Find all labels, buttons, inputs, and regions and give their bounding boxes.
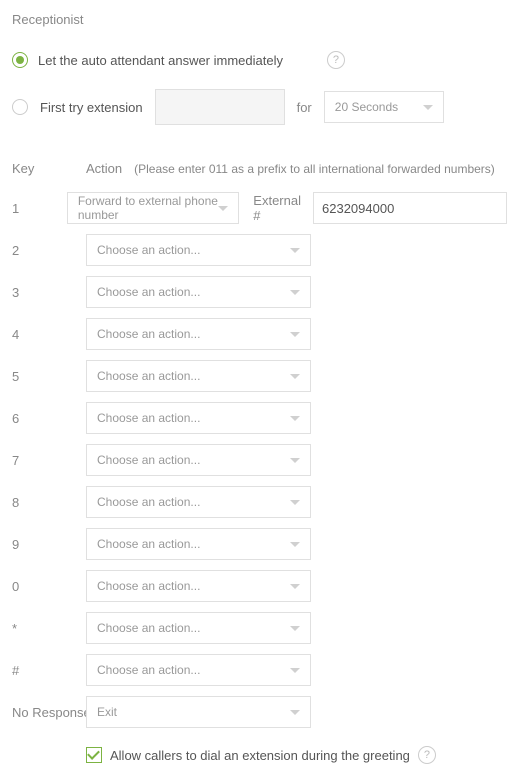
key-label-1: 1 [12, 201, 67, 216]
action-dropdown-hash-value: Choose an action... [97, 663, 200, 677]
col-header-action: Action [86, 161, 122, 176]
chevron-down-icon [290, 500, 300, 505]
action-dropdown-0[interactable]: Choose an action... [86, 570, 311, 602]
chevron-down-icon [290, 542, 300, 547]
allow-dial-checkbox[interactable] [86, 747, 102, 763]
key-label-3: 3 [12, 285, 86, 300]
key-label-hash: # [12, 663, 86, 678]
seconds-dropdown-value: 20 Seconds [335, 100, 398, 114]
action-dropdown-3[interactable]: Choose an action... [86, 276, 311, 308]
action-dropdown-4-value: Choose an action... [97, 327, 200, 341]
action-dropdown-7[interactable]: Choose an action... [86, 444, 311, 476]
radio-first-try-extension[interactable] [12, 99, 28, 115]
action-dropdown-5[interactable]: Choose an action... [86, 360, 311, 392]
chevron-down-icon [290, 458, 300, 463]
chevron-down-icon [290, 668, 300, 673]
chevron-down-icon [290, 332, 300, 337]
key-label-0: 0 [12, 579, 86, 594]
seconds-dropdown[interactable]: 20 Seconds [324, 91, 444, 123]
help-icon[interactable]: ? [327, 51, 345, 69]
chevron-down-icon [423, 105, 433, 110]
first-try-extension-input[interactable] [155, 89, 285, 125]
help-icon[interactable]: ? [418, 746, 436, 764]
radio-auto-answer[interactable] [12, 52, 28, 68]
chevron-down-icon [290, 584, 300, 589]
col-header-key: Key [12, 161, 86, 176]
external-number-input[interactable] [313, 192, 507, 224]
no-response-dropdown[interactable]: Exit [86, 696, 311, 728]
external-number-label: External # [239, 193, 313, 223]
key-label-6: 6 [12, 411, 86, 426]
action-dropdown-6-value: Choose an action... [97, 411, 200, 425]
action-dropdown-7-value: Choose an action... [97, 453, 200, 467]
key-label-4: 4 [12, 327, 86, 342]
radio-auto-answer-label: Let the auto attendant answer immediatel… [38, 53, 283, 68]
key-label-7: 7 [12, 453, 86, 468]
action-dropdown-3-value: Choose an action... [97, 285, 200, 299]
chevron-down-icon [218, 206, 228, 211]
action-dropdown-1[interactable]: Forward to external phone number [67, 192, 239, 224]
action-dropdown-2-value: Choose an action... [97, 243, 200, 257]
action-dropdown-6[interactable]: Choose an action... [86, 402, 311, 434]
action-dropdown-star[interactable]: Choose an action... [86, 612, 311, 644]
no-response-label: No Response [12, 705, 86, 720]
key-label-2: 2 [12, 243, 86, 258]
key-label-star: * [12, 621, 86, 636]
action-dropdown-star-value: Choose an action... [97, 621, 200, 635]
radio-first-try-extension-label: First try extension [40, 100, 143, 115]
chevron-down-icon [290, 248, 300, 253]
action-dropdown-1-value: Forward to external phone number [78, 194, 218, 222]
action-dropdown-9[interactable]: Choose an action... [86, 528, 311, 560]
chevron-down-icon [290, 626, 300, 631]
action-dropdown-0-value: Choose an action... [97, 579, 200, 593]
action-dropdown-5-value: Choose an action... [97, 369, 200, 383]
chevron-down-icon [290, 416, 300, 421]
action-dropdown-4[interactable]: Choose an action... [86, 318, 311, 350]
action-dropdown-2[interactable]: Choose an action... [86, 234, 311, 266]
action-dropdown-8-value: Choose an action... [97, 495, 200, 509]
allow-dial-label: Allow callers to dial an extension durin… [110, 748, 410, 763]
intl-hint: (Please enter 011 as a prefix to all int… [134, 162, 495, 176]
key-label-5: 5 [12, 369, 86, 384]
action-dropdown-8[interactable]: Choose an action... [86, 486, 311, 518]
key-label-9: 9 [12, 537, 86, 552]
no-response-dropdown-value: Exit [97, 705, 117, 719]
chevron-down-icon [290, 710, 300, 715]
action-dropdown-hash[interactable]: Choose an action... [86, 654, 311, 686]
for-label: for [297, 100, 312, 115]
chevron-down-icon [290, 374, 300, 379]
chevron-down-icon [290, 290, 300, 295]
key-label-8: 8 [12, 495, 86, 510]
action-dropdown-9-value: Choose an action... [97, 537, 200, 551]
section-title: Receptionist [12, 12, 507, 27]
